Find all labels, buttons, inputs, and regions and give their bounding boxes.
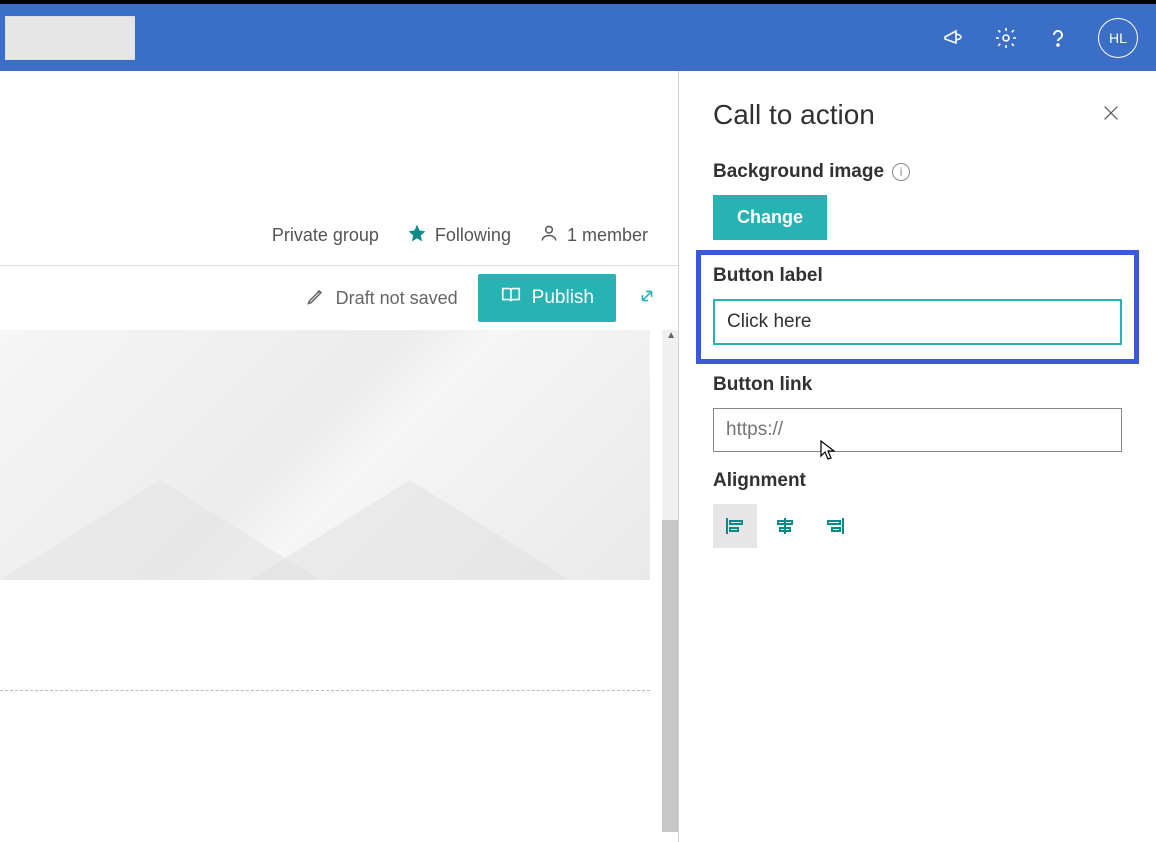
change-button[interactable]: Change (713, 195, 827, 240)
align-center-button[interactable] (763, 504, 807, 548)
align-left-button[interactable] (713, 504, 757, 548)
page-content: Private group Following 1 member Draft n… (0, 71, 678, 842)
expand-icon[interactable] (636, 285, 658, 312)
group-type-label: Private group (272, 225, 379, 246)
megaphone-icon[interactable] (942, 26, 966, 50)
search-input[interactable] (5, 16, 135, 60)
button-link-input[interactable] (713, 408, 1122, 452)
draft-status-button[interactable]: Draft not saved (306, 286, 458, 311)
publish-label: Publish (532, 287, 594, 309)
align-right-button[interactable] (813, 504, 857, 548)
close-icon[interactable] (1100, 102, 1122, 129)
button-label-input[interactable] (713, 299, 1122, 345)
property-panel: Call to action Background image i Change… (678, 71, 1156, 842)
button-label-highlight: Button label (696, 250, 1139, 364)
hero-background (0, 330, 650, 580)
avatar[interactable]: HL (1098, 18, 1138, 58)
page-toolbar: Draft not saved Publish (0, 266, 678, 330)
section-divider (0, 690, 650, 691)
info-icon[interactable]: i (892, 163, 910, 181)
members-link[interactable]: 1 member (539, 222, 648, 249)
following-label: Following (435, 225, 511, 246)
publish-button[interactable]: Publish (478, 274, 616, 322)
button-link-label: Button link (713, 374, 1122, 396)
site-meta-row: Private group Following 1 member (0, 206, 678, 266)
scroll-up-arrow[interactable]: ▲ (666, 330, 676, 341)
panel-title: Call to action (713, 99, 875, 131)
member-count: 1 member (567, 225, 648, 246)
star-icon (407, 223, 427, 248)
draft-status-text: Draft not saved (336, 288, 458, 309)
app-header: HL (0, 4, 1156, 71)
button-label-label: Button label (713, 265, 1122, 287)
following-toggle[interactable]: Following (407, 223, 511, 248)
alignment-label: Alignment (713, 470, 1122, 492)
book-icon (500, 284, 522, 312)
page-canvas[interactable]: ▲ (0, 330, 678, 830)
scrollbar-thumb[interactable] (662, 520, 678, 832)
alignment-group (713, 504, 1122, 548)
help-icon[interactable] (1046, 26, 1070, 50)
person-icon (539, 222, 559, 249)
gear-icon[interactable] (994, 26, 1018, 50)
pencil-icon (306, 286, 326, 311)
avatar-initials: HL (1109, 30, 1127, 46)
background-image-label: Background image i (713, 161, 1122, 183)
